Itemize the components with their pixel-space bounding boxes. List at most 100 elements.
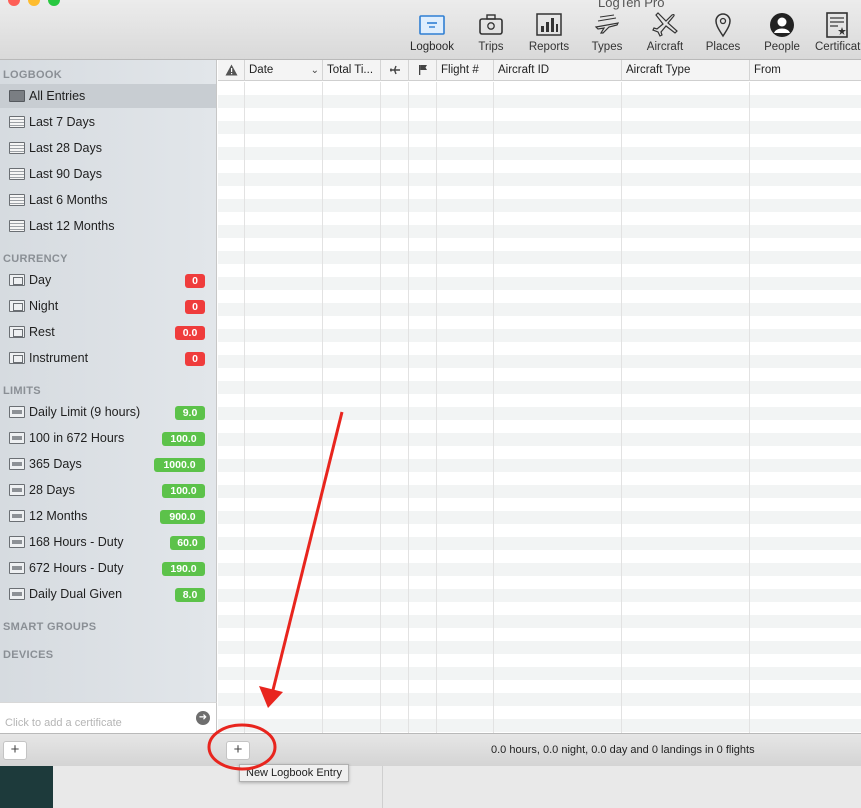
sidebar-item-daily-limit[interactable]: Daily Limit (9 hours) 9.0 — [0, 400, 216, 424]
toolbar-logbook-button[interactable]: Logbook — [403, 12, 461, 56]
limit-icon — [9, 484, 25, 496]
trips-icon — [479, 14, 503, 35]
certificate-placeholder: Click to add a certificate — [5, 717, 122, 729]
sidebar-item-label: Last 6 Months — [29, 193, 108, 207]
limit-icon — [9, 406, 25, 418]
airplane-icon — [389, 65, 400, 75]
toolbar-reports-button[interactable]: Reports — [520, 12, 578, 56]
sidebar-item-last-28-days[interactable]: Last 28 Days — [0, 136, 216, 160]
sidebar-item-last-6-months[interactable]: Last 6 Months — [0, 188, 216, 212]
toolbar-types-button[interactable]: Types — [578, 12, 636, 56]
sidebar-item-last-12-months[interactable]: Last 12 Months — [0, 214, 216, 238]
toolbar-types-label: Types — [591, 41, 623, 53]
column-divider — [493, 82, 494, 733]
minimize-window-button[interactable] — [28, 0, 40, 6]
tooltip: New Logbook Entry — [239, 764, 349, 782]
column-divider — [749, 82, 750, 733]
sidebar-item-all-entries[interactable]: All Entries — [0, 84, 216, 108]
aircraft-type-column-header[interactable]: Aircraft Type — [622, 60, 750, 81]
app-window: LogTen Pro Logbook Trips Reports Types A… — [0, 0, 861, 766]
column-divider — [380, 82, 381, 733]
arrow-right-icon[interactable]: ➜ — [196, 711, 210, 725]
sidebar-item-last-90-days[interactable]: Last 90 Days — [0, 162, 216, 186]
status-badge: 9.0 — [175, 406, 205, 420]
column-divider — [621, 82, 622, 733]
section-limits: LIMITS — [3, 385, 41, 397]
sidebar: LOGBOOK All Entries Last 7 Days Last 28 … — [0, 60, 217, 702]
types-icon — [594, 14, 620, 34]
book-icon — [9, 90, 25, 102]
sidebar-item-last-7-days[interactable]: Last 7 Days — [0, 110, 216, 134]
sidebar-item-28-days[interactable]: 28 Days 100.0 — [0, 478, 216, 502]
sidebar-item-label: Rest — [29, 325, 55, 339]
toolbar-trips-button[interactable]: Trips — [462, 12, 520, 56]
add-group-button[interactable]: + — [3, 741, 27, 760]
column-divider — [322, 82, 323, 733]
sidebar-item-instrument[interactable]: Instrument 0 — [0, 346, 216, 370]
toolbar-people-button[interactable]: People — [753, 12, 811, 56]
sidebar-item-label: Night — [29, 299, 59, 313]
sidebar-item-672-hours-duty[interactable]: 672 Hours - Duty 190.0 — [0, 556, 216, 580]
status-badge: 8.0 — [175, 588, 205, 602]
sidebar-item-100-in-672-hours[interactable]: 100 in 672 Hours 100.0 — [0, 426, 216, 450]
status-badge: 0 — [185, 300, 205, 314]
sidebar-item-label: Last 90 Days — [29, 167, 102, 181]
sidebar-item-daily-dual-given[interactable]: Daily Dual Given 8.0 — [0, 582, 216, 606]
section-currency: CURRENCY — [3, 253, 68, 265]
section-smart-groups[interactable]: SMART GROUPS — [3, 621, 96, 633]
status-badge: 100.0 — [162, 432, 205, 446]
toolbar-aircraft-button[interactable]: Aircraft — [636, 12, 694, 56]
total-time-column-header[interactable]: Total Ti... — [323, 60, 381, 81]
background-divider — [382, 766, 383, 808]
flag-column-header[interactable] — [409, 60, 437, 81]
window-title: LogTen Pro — [598, 0, 665, 10]
table-header: Date ⌄ Total Ti... Flight # Aircraft ID … — [218, 60, 861, 81]
sidebar-item-label: 672 Hours - Duty — [29, 561, 124, 575]
sidebar-item-12-months[interactable]: 12 Months 900.0 — [0, 504, 216, 528]
warning-column-header[interactable] — [218, 60, 245, 81]
sidebar-item-label: 365 Days — [29, 457, 82, 471]
airplane-column-header[interactable] — [381, 60, 409, 81]
calendar-icon — [9, 194, 25, 206]
column-label: From — [754, 64, 781, 76]
people-icon — [770, 13, 794, 37]
status-badge: 100.0 — [162, 484, 205, 498]
sidebar-item-168-hours-duty[interactable]: 168 Hours - Duty 60.0 — [0, 530, 216, 554]
background-window — [0, 766, 53, 808]
sidebar-item-night[interactable]: Night 0 — [0, 294, 216, 318]
sidebar-item-365-days[interactable]: 365 Days 1000.0 — [0, 452, 216, 476]
aircraft-id-column-header[interactable]: Aircraft ID — [494, 60, 622, 81]
sidebar-item-label: Instrument — [29, 351, 89, 365]
toolbar-certificates-button[interactable]: Certificat — [812, 12, 861, 56]
date-column-header[interactable]: Date ⌄ — [245, 60, 323, 81]
status-badge: 1000.0 — [154, 458, 205, 472]
currency-icon — [9, 352, 25, 364]
certificate-field[interactable]: Click to add a certificate ➜ — [0, 702, 217, 733]
from-column-header[interactable]: From — [750, 60, 861, 81]
sidebar-item-day[interactable]: Day 0 — [0, 268, 216, 292]
aircraft-icon — [652, 12, 678, 37]
new-logbook-entry-button[interactable]: + — [226, 741, 250, 760]
limit-icon — [9, 562, 25, 574]
table-body[interactable] — [218, 82, 861, 733]
status-summary: 0.0 hours, 0.0 night, 0.0 day and 0 land… — [491, 744, 755, 756]
section-devices[interactable]: DEVICES — [3, 649, 53, 661]
column-divider — [436, 82, 437, 733]
warning-icon — [225, 64, 237, 76]
flight-number-column-header[interactable]: Flight # — [437, 60, 494, 81]
limit-icon — [9, 536, 25, 548]
bottom-bar: + + 0.0 hours, 0.0 night, 0.0 day and 0 … — [0, 733, 861, 766]
sidebar-item-label: 168 Hours - Duty — [29, 535, 124, 549]
sidebar-item-label: 28 Days — [29, 483, 75, 497]
currency-icon — [9, 274, 25, 286]
reports-icon — [536, 13, 562, 36]
calendar-icon — [9, 142, 25, 154]
limit-icon — [9, 432, 25, 444]
status-badge: 0 — [185, 274, 205, 288]
close-window-button[interactable] — [8, 0, 20, 6]
sidebar-item-rest[interactable]: Rest 0.0 — [0, 320, 216, 344]
status-badge: 190.0 — [162, 562, 205, 576]
zoom-window-button[interactable] — [48, 0, 60, 6]
toolbar-places-button[interactable]: Places — [694, 12, 752, 56]
status-badge: 900.0 — [160, 510, 205, 524]
